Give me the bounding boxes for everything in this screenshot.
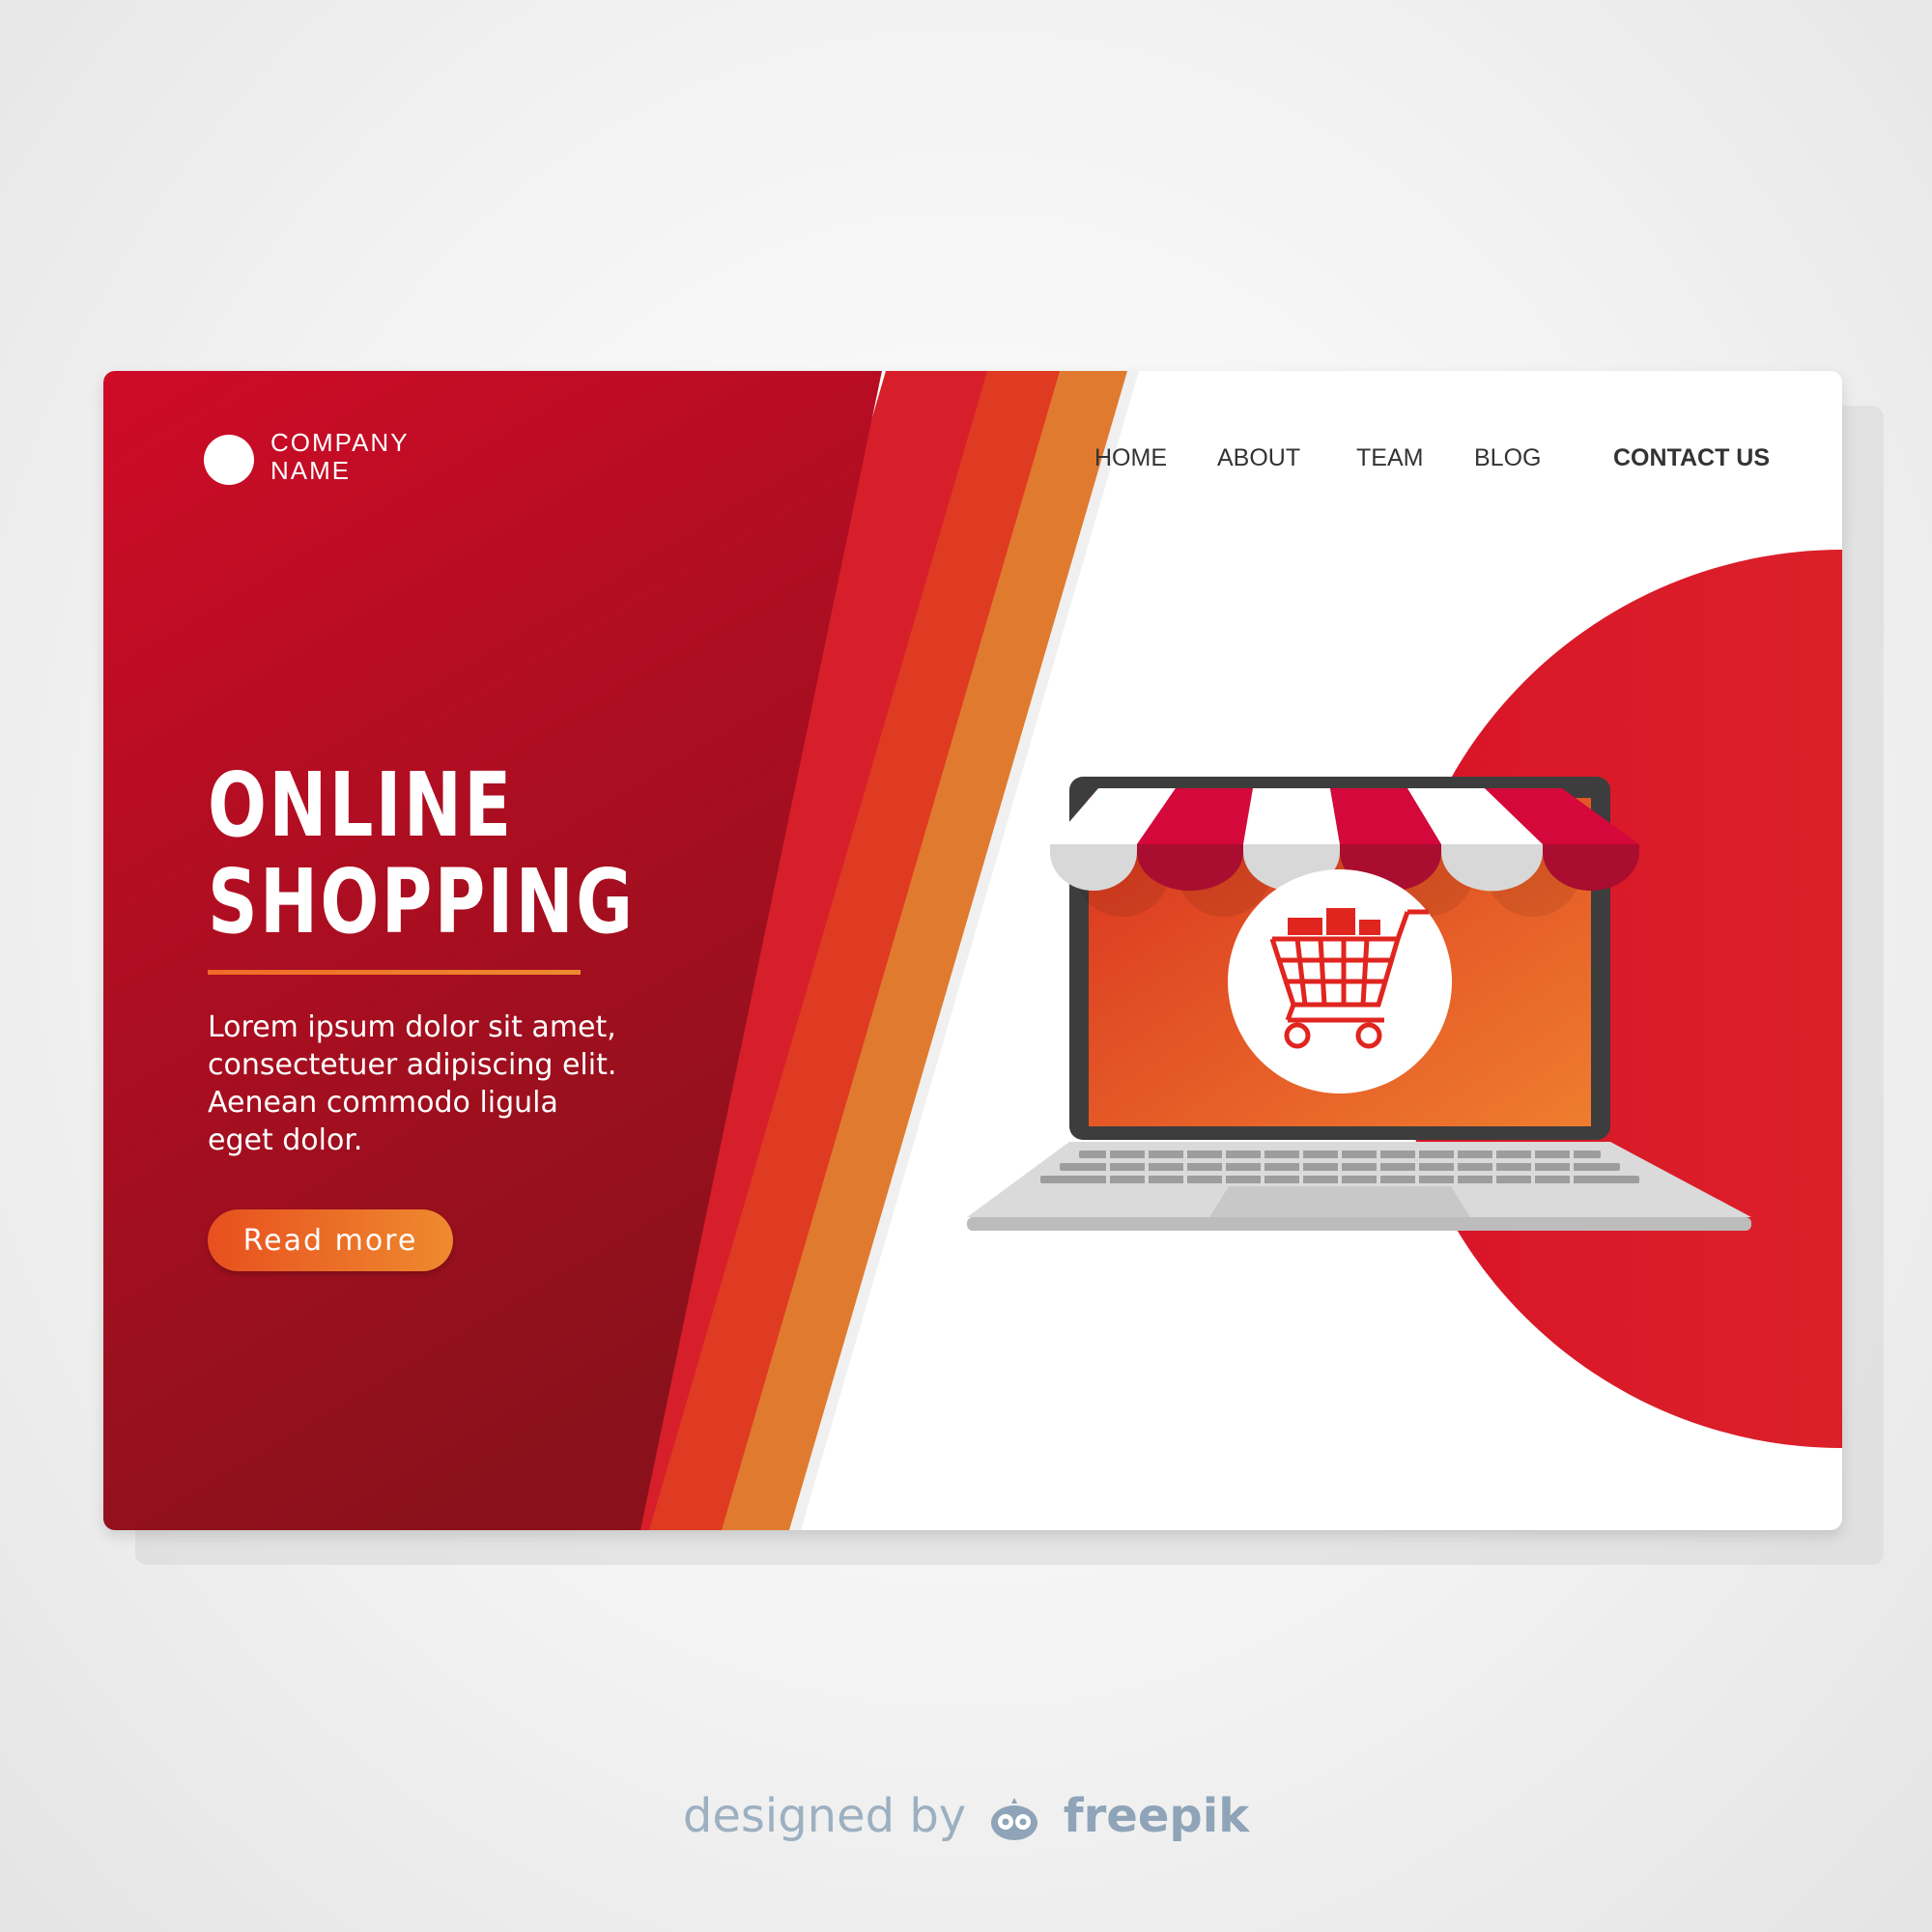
hero-title-line1: ONLINE [208,753,514,857]
top-navigation: HOME ABOUT TEAM BLOG CONTACT US [103,444,1842,483]
freepik-owl-icon [991,1798,1038,1840]
attribution-credit: designed by freepik [0,1789,1932,1844]
credit-brand[interactable]: freepik [1064,1789,1249,1843]
nav-blog[interactable]: BLOG [1474,444,1541,472]
hero-description: Lorem ipsum dolor sit amet, consectetuer… [208,1009,710,1159]
hero-description-line1: Lorem ipsum dolor sit amet, [208,1010,616,1044]
hero-description-line3: Aenean commodo ligula [208,1086,558,1120]
nav-home[interactable]: HOME [1094,444,1167,472]
read-more-button[interactable]: Read more [208,1209,453,1271]
nav-team[interactable]: TEAM [1356,444,1423,472]
credit-prefix: designed by [682,1789,967,1843]
hero-description-line4: eget dolor. [208,1123,363,1157]
nav-about[interactable]: ABOUT [1217,444,1300,472]
title-underline [208,970,581,975]
hero-title: ONLINE SHOPPING [208,757,635,951]
laptop-icon [967,777,1751,1231]
hero-description-line2: consectetuer adipiscing elit. [208,1048,617,1082]
landing-page-card: COMPANY NAME HOME ABOUT TEAM BLOG CONTAC… [103,371,1842,1530]
hero-title-line2: SHOPPING [208,850,636,953]
nav-contact-us[interactable]: CONTACT US [1613,444,1770,472]
